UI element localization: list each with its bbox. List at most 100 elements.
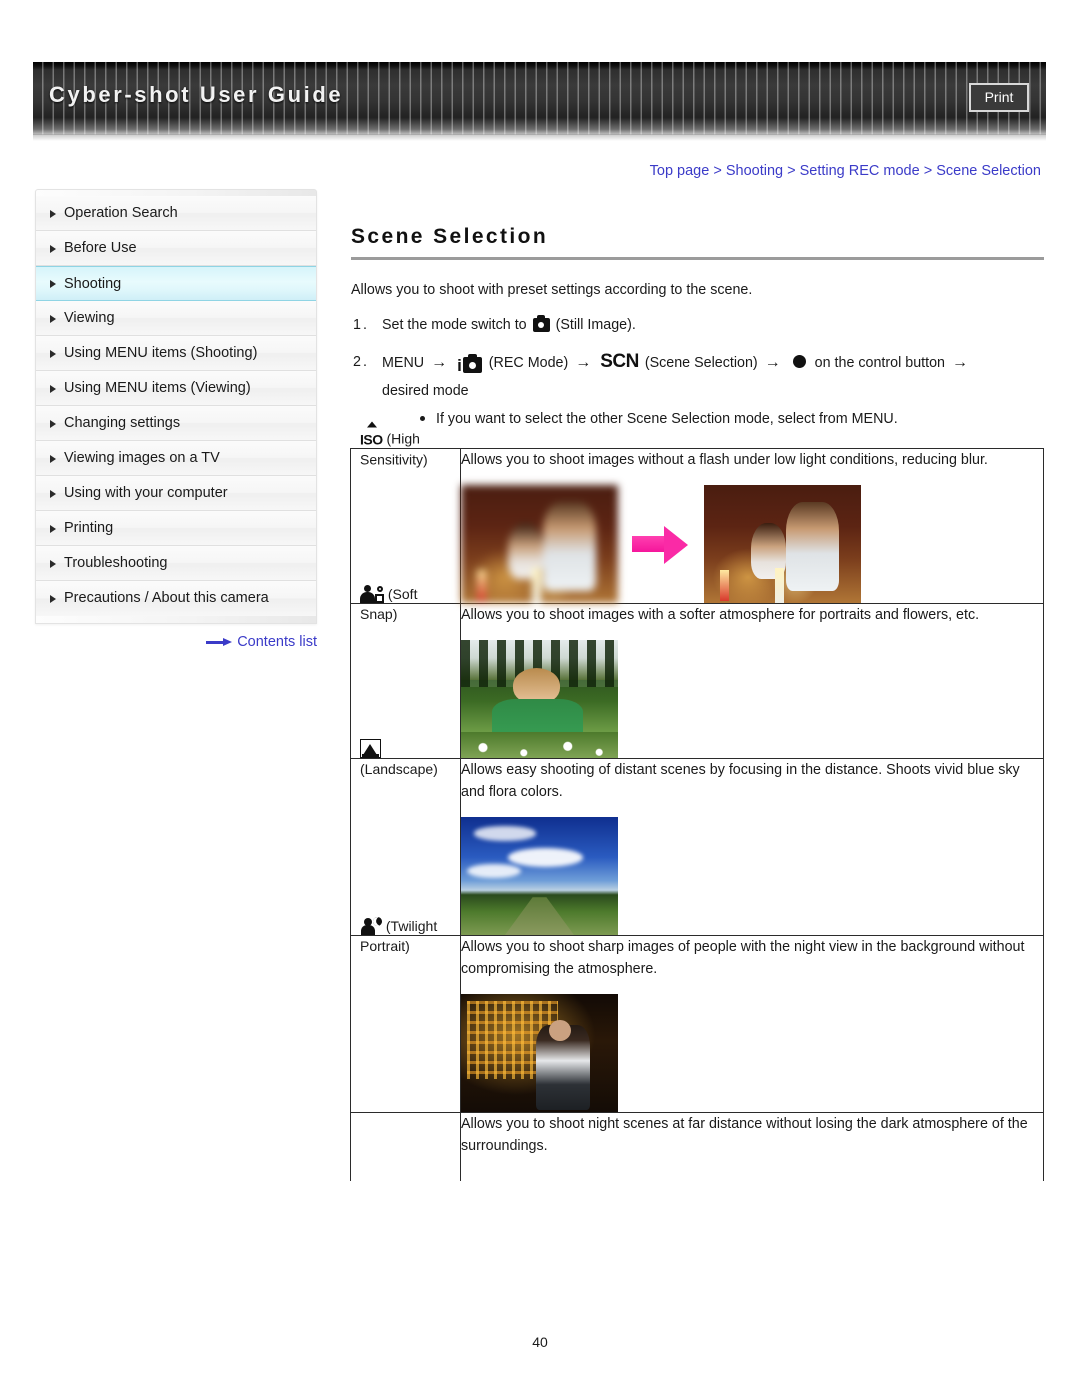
menu-label: MENU <box>382 355 425 371</box>
sidebar-item-label: Operation Search <box>64 205 178 221</box>
step-1-text-before: Set the mode switch to <box>382 317 527 333</box>
landscape-mountain-icon <box>360 739 381 758</box>
scene-mode-icon-wrap <box>351 1113 460 1181</box>
filled-circle-center-button-icon <box>792 355 806 368</box>
scene-description-cell: Allows you to shoot images with a softer… <box>460 603 1044 759</box>
scene-description-cell: Allows you to shoot images without a fla… <box>460 448 1044 604</box>
sidebar-navigation: Operation Search Before Use Shooting Viewin… <box>35 189 317 624</box>
sample-photos <box>461 817 1043 935</box>
scene-mode-inner: ISO (High Sensitivity) <box>360 421 455 470</box>
page-number: 40 <box>532 1334 548 1350</box>
rec-mode-label: (REC Mode) <box>488 355 569 371</box>
breadcrumb[interactable]: Top page > Shooting > Setting REC mode >… <box>346 163 1041 179</box>
sidebar-item-before-use[interactable]: Before Use <box>36 231 316 266</box>
sidebar-item-viewing-images-on-a-tv[interactable]: Viewing images on a TV <box>36 441 316 476</box>
sample-photos <box>461 640 1043 758</box>
sidebar-item-label: Changing settings <box>64 415 181 431</box>
table-row: (Twilight Portrait) Allows you to shoot s… <box>350 915 1044 1113</box>
scene-mode-inner: (Soft Snap) <box>360 584 455 624</box>
sidebar-item-printing[interactable]: Printing <box>36 511 316 546</box>
page-title: Scene Selection <box>351 225 549 248</box>
triangle-right-icon <box>50 280 56 288</box>
scene-description-text: Allows you to shoot sharp images of peop… <box>461 939 1025 977</box>
sidebar-item-precautions-about-this-camera[interactable]: Precautions / About this camera <box>36 581 316 616</box>
contents-list-link[interactable]: Contents list <box>35 634 317 650</box>
sidebar-item-label: Precautions / About this camera <box>64 590 269 606</box>
triangle-right-icon <box>50 209 56 218</box>
sidebar-item-operation-search[interactable]: Operation Search <box>36 196 316 231</box>
sidebar-item-label: Before Use <box>64 240 137 256</box>
contents-list-label[interactable]: Contents list <box>237 634 317 650</box>
step-2: 2. MENU → i (REC Mode) → SCN (Scene Sele… <box>351 348 1044 431</box>
sidebar-item-viewing[interactable]: Viewing <box>36 301 316 336</box>
scene-modes-table: ISO (High Sensitivity) Allows you to shoo… <box>350 421 1044 1181</box>
sidebar-item-troubleshooting[interactable]: Troubleshooting <box>36 546 316 581</box>
step-1-text-after: (Still Image). <box>555 317 636 333</box>
triangle-right-icon <box>50 489 56 498</box>
step-1-number: 1. <box>353 317 369 333</box>
step-2-note-text: If you want to select the other Scene Se… <box>436 411 898 427</box>
triangle-right-icon <box>50 384 56 393</box>
sharp-candlelit-dinner-photo <box>704 485 861 603</box>
twilight-portrait-icon <box>360 915 384 935</box>
scene-description-text: Allows you to shoot images without a fla… <box>461 452 988 468</box>
triangle-right-icon <box>50 349 56 358</box>
triangle-right-icon <box>50 314 56 323</box>
breadcrumb-text[interactable]: Top page > Shooting > Setting REC mode >… <box>650 163 1041 179</box>
header-shadow <box>33 134 1046 141</box>
sidebar-item-using-menu-items-shooting[interactable]: Using MENU items (Shooting) <box>36 336 316 371</box>
control-button-label: on the control button <box>814 355 945 371</box>
step-1: 1. Set the mode switch to (Still Image). <box>351 311 1044 339</box>
still-image-camera-icon <box>532 315 550 332</box>
triangle-right-icon <box>50 524 56 533</box>
blurred-candlelit-dinner-photo <box>461 485 618 603</box>
sidebar-item-using-with-your-computer[interactable]: Using with your computer <box>36 476 316 511</box>
triangle-right-icon <box>50 595 56 603</box>
step-2-number: 2. <box>353 354 369 370</box>
scene-description-text: Allows easy shooting of distant scenes b… <box>461 762 1020 800</box>
soft-snap-people-icon <box>360 585 384 603</box>
sidebar-item-label: Shooting <box>64 276 122 292</box>
app-title: Cyber-shot User Guide <box>49 82 344 107</box>
sidebar-item-label: Using MENU items (Shooting) <box>64 345 258 361</box>
arrow-right-glyph-4: → <box>951 354 968 371</box>
steps-list: 1. Set the mode switch to (Still Image).… <box>351 311 1044 431</box>
scene-description-cell: Allows you to shoot sharp images of peop… <box>460 935 1044 1113</box>
print-button[interactable]: Print <box>969 83 1029 112</box>
arrow-right-icon <box>206 638 233 647</box>
sidebar-item-label: Using with your computer <box>64 485 228 501</box>
table-row: (Landscape) Allows easy shooting of dista… <box>350 739 1044 936</box>
desired-mode-label: desired mode <box>382 383 469 399</box>
scene-mode-cell: ISO (High Sensitivity) <box>350 421 461 604</box>
sidebar-item-label: Using MENU items (Viewing) <box>64 380 251 396</box>
arrow-right-glyph-3: → <box>764 354 781 371</box>
intro-text: Allows you to shoot with preset settings… <box>351 282 753 298</box>
blue-sky-field-landscape-photo <box>461 817 618 935</box>
sidebar-item-changing-settings[interactable]: Changing settings <box>36 406 316 441</box>
sample-photos <box>461 994 1043 1112</box>
scene-mode-cell <box>350 1112 461 1181</box>
triangle-right-icon <box>50 419 56 428</box>
i-camera-rec-mode-icon: i <box>457 353 482 374</box>
scene-mode-cell: (Soft Snap) <box>350 585 461 759</box>
page-header: Cyber-shot User Guide Print <box>33 62 1046 141</box>
sample-photos <box>461 485 1043 603</box>
scene-mode-inner: (Landscape) <box>360 739 455 779</box>
table-row: (Soft Snap) Allows you to shoot images wi… <box>350 585 1044 759</box>
sidebar-item-label: Viewing images on a TV <box>64 450 220 466</box>
scene-description-text: Allows you to shoot night scenes at far … <box>461 1116 1028 1154</box>
sidebar-item-using-menu-items-viewing[interactable]: Using MENU items (Viewing) <box>36 371 316 406</box>
sidebar-item-label: Troubleshooting <box>64 555 168 571</box>
triangle-right-icon <box>50 559 56 568</box>
pink-arrow-icon <box>632 524 690 564</box>
sidebar-item-label: Printing <box>64 520 114 536</box>
user-guide-page: Cyber-shot User Guide Print Top page > S… <box>0 0 1080 1397</box>
step-2-note: If you want to select the other Scene Se… <box>382 407 1044 431</box>
sidebar-item-shooting[interactable]: Shooting <box>36 266 316 301</box>
iso-high-sensitivity-icon: ISO <box>360 421 383 448</box>
scene-description-text: Allows you to shoot images with a softer… <box>461 607 980 623</box>
triangle-right-icon <box>50 244 56 253</box>
scene-mode-inner: (Twilight Portrait) <box>360 915 455 956</box>
table-row: Allows you to shoot night scenes at far … <box>350 1112 1044 1181</box>
sidebar-item-label: Viewing <box>64 310 115 326</box>
